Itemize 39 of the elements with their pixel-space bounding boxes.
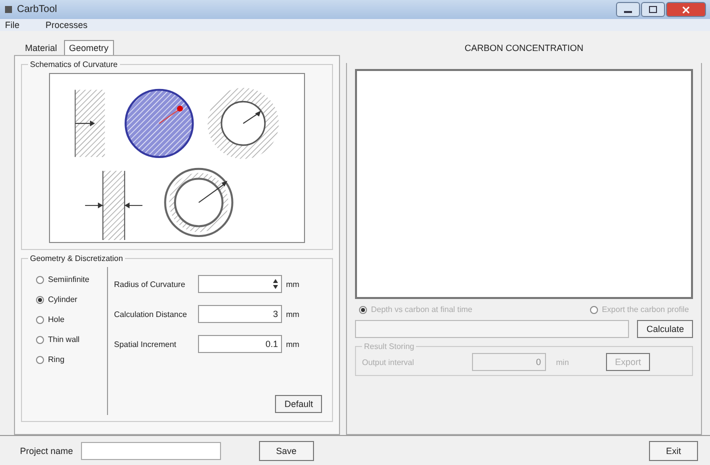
save-button[interactable]: Save — [259, 440, 314, 460]
maximize-icon — [649, 6, 657, 13]
number-field[interactable]: 3 — [198, 305, 282, 323]
field-label: Radius of Curvature — [114, 280, 186, 288]
shape-radio[interactable]: Hole — [36, 315, 107, 324]
window-title: CarbTool — [17, 4, 58, 15]
shape-radio[interactable]: Cylinder — [36, 295, 107, 304]
calculate-button[interactable]: Calculate — [637, 320, 693, 338]
default-button[interactable]: Default — [275, 395, 322, 413]
unit-label: min — [556, 358, 570, 366]
minimize-button[interactable] — [616, 2, 640, 17]
number-field[interactable]: 0.1 — [198, 335, 282, 353]
maximize-button[interactable] — [641, 2, 665, 17]
shape-radio[interactable]: Thin wall — [36, 335, 107, 344]
group-title: Geometry & Discretization — [29, 254, 124, 263]
menu-item[interactable]: Processes — [46, 20, 88, 30]
tab[interactable]: Material — [20, 40, 62, 55]
shape-radio[interactable]: Ring — [36, 355, 107, 364]
unit-label: mm — [286, 280, 300, 288]
project-name-field[interactable] — [81, 442, 222, 460]
section-title: CARBON CONCENTRATION — [464, 42, 584, 55]
output-path-field[interactable] — [355, 320, 630, 338]
number-field[interactable] — [198, 275, 282, 293]
exit-button[interactable]: Exit — [648, 440, 698, 460]
group-title: Schematics of Curvature — [29, 60, 119, 69]
app-icon — [4, 5, 13, 14]
close-icon — [682, 6, 690, 14]
field-label: Output interval — [362, 358, 416, 366]
close-button[interactable] — [666, 2, 706, 17]
menu-item[interactable]: File — [5, 20, 20, 30]
group-title: Result Storing — [363, 342, 416, 351]
shape-radio[interactable]: Semiinfinite — [36, 275, 107, 284]
unit-label: mm — [286, 310, 300, 318]
field-label: Calculation Distance — [114, 310, 188, 318]
field-label: Project name — [20, 446, 74, 456]
spinner-icon[interactable] — [273, 278, 278, 290]
tab[interactable]: Geometry — [64, 40, 114, 55]
unit-label: mm — [286, 340, 300, 348]
field-label: Spatial Increment — [114, 340, 178, 348]
